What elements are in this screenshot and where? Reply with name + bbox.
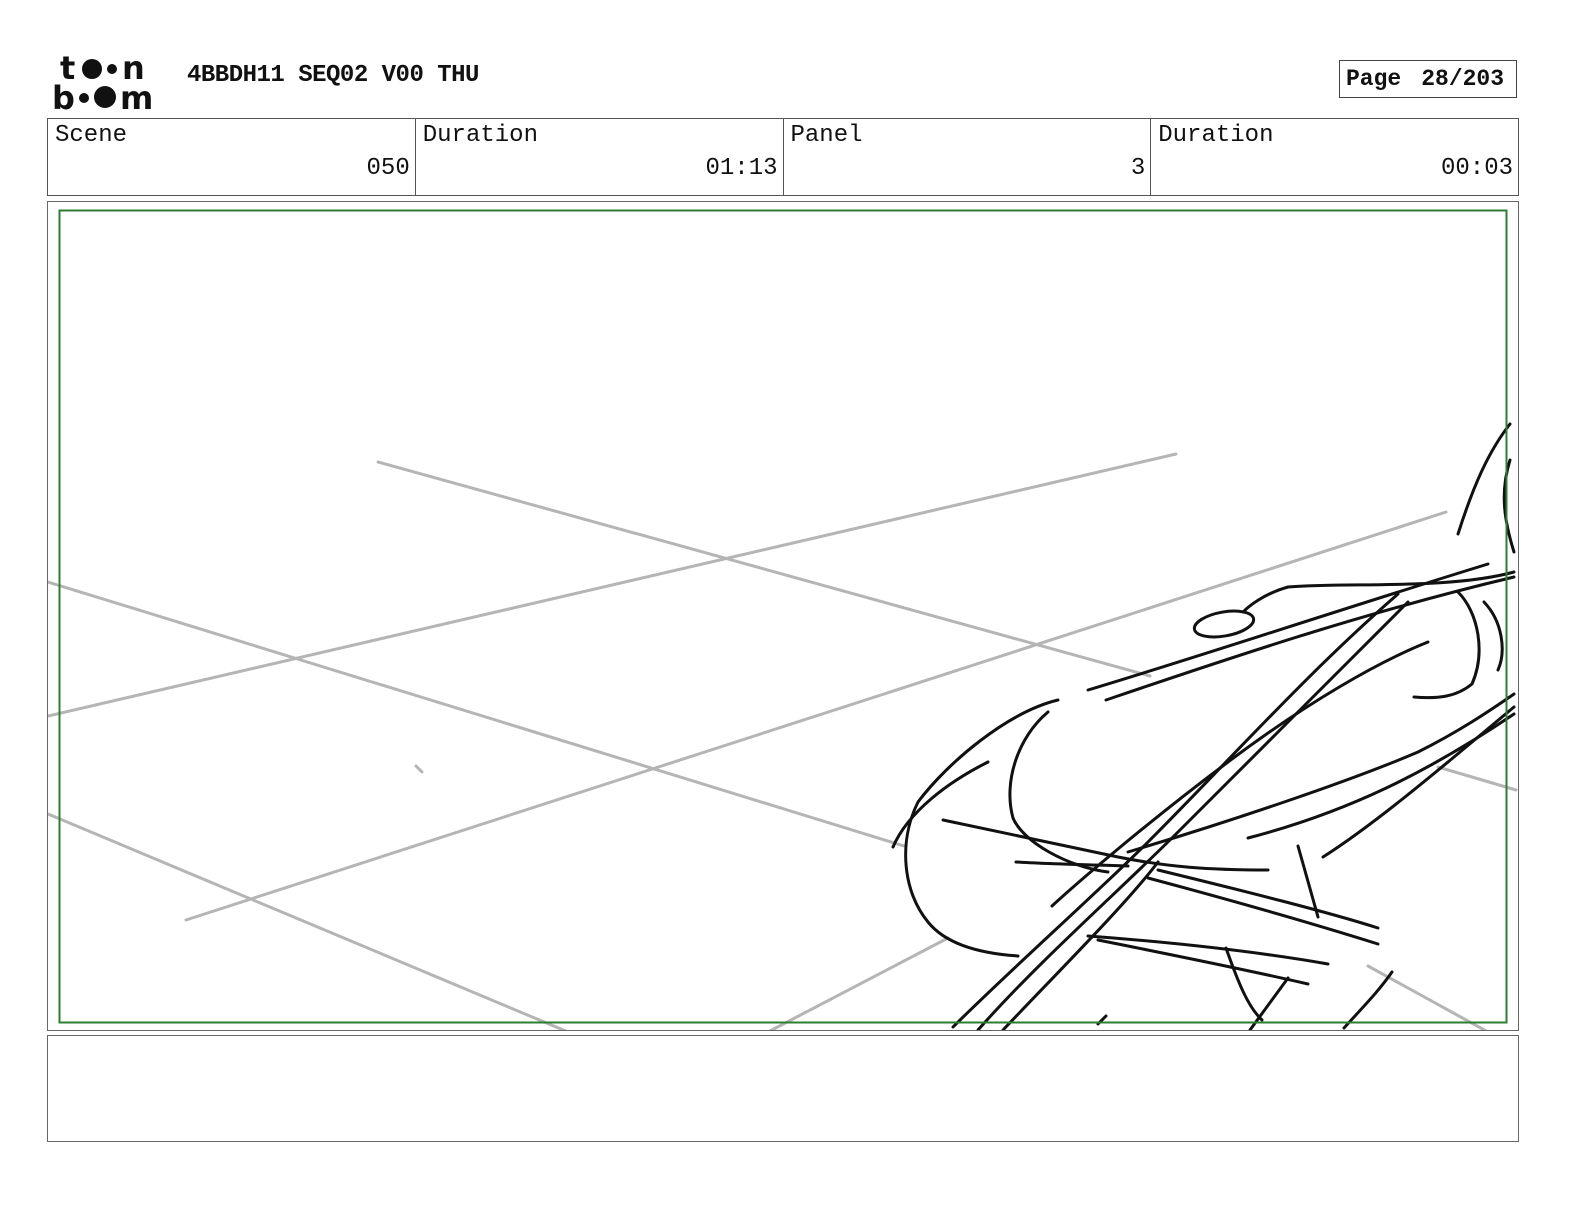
panel-notes-box bbox=[47, 1035, 1519, 1142]
svg-text:m: m bbox=[120, 79, 153, 112]
scene-duration-label: Duration bbox=[422, 122, 538, 149]
sketch-stroke bbox=[1156, 868, 1380, 930]
scene-label: Scene bbox=[55, 122, 128, 149]
panel-drawing bbox=[48, 209, 1518, 1030]
panel-duration-label: Duration bbox=[1158, 122, 1274, 149]
guide-line bbox=[48, 812, 568, 1030]
sketch-stroke bbox=[976, 600, 1410, 1030]
scene-duration-cell: Duration 01:13 bbox=[416, 119, 784, 195]
scene-info-bar: Scene 050 Duration 01:13 Panel 3 Duratio… bbox=[47, 118, 1519, 196]
sketch-stroke bbox=[1241, 570, 1516, 614]
page-number: 28/203 bbox=[1421, 66, 1505, 92]
page-indicator: Page 28/203 bbox=[1339, 60, 1517, 98]
sketch-stroke bbox=[1104, 575, 1516, 702]
panel-duration-cell: Duration 00:03 bbox=[1151, 119, 1518, 195]
sketch-stroke bbox=[1246, 712, 1516, 840]
scene-value: 050 bbox=[366, 155, 410, 182]
sketch-stroke bbox=[1224, 946, 1264, 1022]
page-label: Page bbox=[1346, 66, 1402, 92]
toon-boom-logo: t n b m bbox=[52, 49, 164, 117]
panel-value: 3 bbox=[1130, 155, 1146, 182]
sketch-stroke bbox=[1482, 600, 1504, 672]
sketch-stroke bbox=[1086, 562, 1490, 692]
sketch-stroke bbox=[1008, 710, 1110, 874]
svg-text:b: b bbox=[52, 79, 75, 112]
scene-duration-value: 01:13 bbox=[705, 155, 778, 182]
guide-line bbox=[768, 936, 950, 1030]
panel-cell: Panel 3 bbox=[784, 119, 1152, 195]
sketch-stroke bbox=[941, 818, 1270, 872]
safe-frame bbox=[58, 209, 1508, 1024]
panel-duration-value: 00:03 bbox=[1440, 155, 1513, 182]
guide-line bbox=[48, 452, 1178, 718]
guide-line bbox=[1436, 765, 1518, 792]
sketch-stroke bbox=[1192, 609, 1256, 639]
sketch-stroke bbox=[1456, 422, 1512, 536]
sketch-stroke bbox=[1146, 876, 1380, 946]
guide-line bbox=[184, 510, 1448, 922]
document-title: 4BBDH11 SEQ02 V00 THU bbox=[187, 62, 479, 89]
guide-line bbox=[414, 764, 424, 774]
guide-line bbox=[48, 580, 906, 848]
sketch-stroke bbox=[1086, 934, 1330, 966]
scene-cell: Scene 050 bbox=[48, 119, 416, 195]
panel-label: Panel bbox=[790, 122, 863, 149]
storyboard-panel bbox=[47, 201, 1519, 1031]
sketch-stroke bbox=[1342, 970, 1394, 1030]
guide-line bbox=[1366, 964, 1488, 1030]
